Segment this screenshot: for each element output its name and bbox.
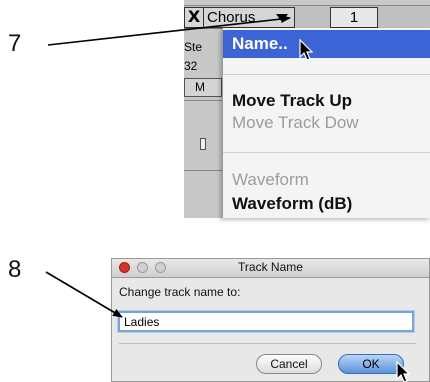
close-icon[interactable]: X xyxy=(184,7,204,28)
track-name-label: Chorus xyxy=(207,9,256,26)
step-number-8: 8 xyxy=(8,256,22,283)
track-control-strip xyxy=(184,28,222,218)
strip-divider xyxy=(184,100,222,101)
track-name-dialog: Track Name Change track name to: Cancel … xyxy=(111,258,430,382)
dialog-divider xyxy=(119,343,416,344)
dropdown-arrow-icon xyxy=(276,14,288,22)
ok-button[interactable]: OK xyxy=(338,354,404,374)
mute-button[interactable]: M xyxy=(184,78,222,97)
track-header: X Chorus 1 xyxy=(184,5,430,29)
menu-item-waveform-db[interactable]: Waveform (dB) xyxy=(223,190,430,218)
dialog-title: Track Name xyxy=(238,260,303,274)
menu-separator xyxy=(223,152,430,153)
menu-item-name[interactable]: Name.. xyxy=(223,30,430,58)
dialog-titlebar: Track Name xyxy=(112,259,429,278)
track-dropdown-menu: Name.. Move Track Up Move Track Dow Wave… xyxy=(222,28,430,218)
strip-label-rate: 32 xyxy=(184,59,198,73)
step-number-7: 7 xyxy=(8,30,22,57)
cancel-button[interactable]: Cancel xyxy=(256,354,322,374)
track-value-box: 1 xyxy=(330,7,378,28)
track-name-prompt: Change track name to: xyxy=(119,285,241,299)
gain-slider-handle[interactable] xyxy=(200,138,206,150)
strip-divider xyxy=(184,170,222,171)
track-name-input[interactable] xyxy=(117,310,415,333)
track-name-dropdown[interactable]: Chorus xyxy=(203,7,295,28)
menu-item-move-track-down: Move Track Dow xyxy=(232,113,359,132)
strip-label-stereo: Ste xyxy=(184,40,203,54)
menu-separator xyxy=(223,74,430,75)
